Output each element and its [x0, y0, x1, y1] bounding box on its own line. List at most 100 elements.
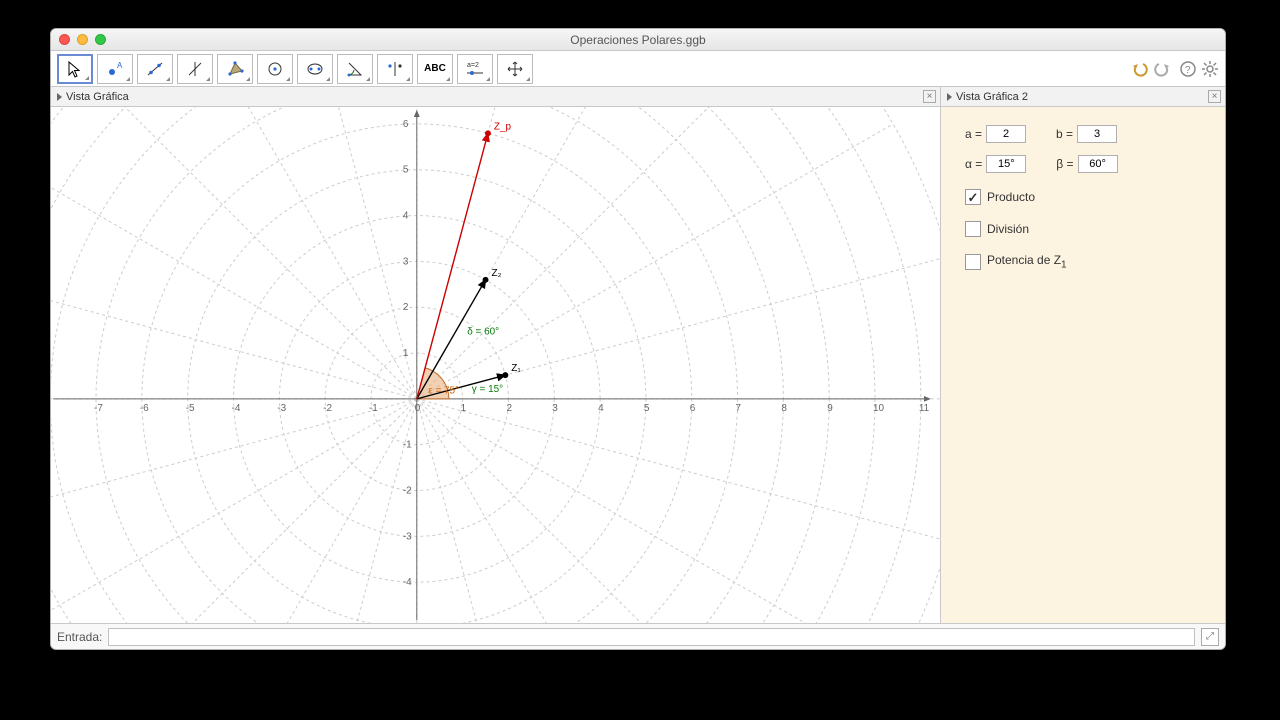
- svg-text:3: 3: [403, 256, 409, 267]
- svg-text:-4: -4: [232, 403, 241, 414]
- svg-text:-2: -2: [323, 403, 332, 414]
- point-icon: A: [106, 60, 124, 78]
- input-beta: β =: [1056, 155, 1117, 173]
- redo-icon[interactable]: [1153, 60, 1171, 78]
- window-minimize-icon[interactable]: [77, 34, 88, 45]
- ellipse-icon: [306, 60, 324, 78]
- svg-text:-5: -5: [186, 403, 195, 414]
- svg-text:4: 4: [598, 403, 604, 414]
- window-zoom-icon[interactable]: [95, 34, 106, 45]
- graphics-panel-1-header[interactable]: Vista Gráfica ×: [51, 87, 940, 107]
- tool-move-view[interactable]: [497, 54, 533, 84]
- graphics-panel-2: Vista Gráfica 2 × a = b = α =: [941, 87, 1225, 623]
- graphics-panel-1: Vista Gráfica × -7-6-5-4-3-2-10123456789…: [51, 87, 941, 623]
- svg-text:Z_p: Z_p: [494, 121, 512, 132]
- field-a[interactable]: [986, 125, 1026, 143]
- input-alpha: α =: [965, 155, 1026, 173]
- svg-text:-7: -7: [94, 403, 103, 414]
- svg-text:?: ?: [1185, 65, 1191, 76]
- undo-icon[interactable]: [1131, 60, 1149, 78]
- app-window: Operaciones Polares.ggb A: [50, 28, 1226, 650]
- graphics-view-1[interactable]: -7-6-5-4-3-2-101234567891011-4-3-2-11234…: [51, 107, 940, 623]
- toolbar-right: ?: [1131, 60, 1219, 78]
- checkbox-producto-row: Producto: [965, 189, 1201, 205]
- input-b: b =: [1056, 125, 1117, 143]
- svg-text:ε = 75°: ε = 75°: [428, 385, 459, 396]
- svg-text:6: 6: [403, 119, 409, 130]
- input-expand-icon[interactable]: ⤢: [1201, 628, 1219, 646]
- svg-text:Z₁: Z₁: [511, 363, 521, 374]
- field-alpha[interactable]: [986, 155, 1026, 173]
- perpendicular-icon: [186, 60, 204, 78]
- label-alpha: α =: [965, 157, 982, 171]
- text-abc-icon: ABC: [424, 63, 446, 74]
- disclosure-icon: [947, 93, 952, 101]
- svg-text:2: 2: [403, 302, 409, 313]
- polygon-icon: [226, 60, 244, 78]
- tool-slider[interactable]: a=2: [457, 54, 493, 84]
- graphics-panel-2-title: Vista Gráfica 2: [956, 91, 1028, 103]
- toolbar: A ABC: [51, 51, 1225, 87]
- checkbox-division[interactable]: [965, 221, 981, 237]
- tool-circle[interactable]: [257, 54, 293, 84]
- settings-gear-icon[interactable]: [1201, 60, 1219, 78]
- svg-text:-4: -4: [403, 577, 412, 588]
- svg-text:-1: -1: [369, 403, 378, 414]
- tool-angle[interactable]: [337, 54, 373, 84]
- move-view-icon: [506, 60, 524, 78]
- polar-plot: -7-6-5-4-3-2-101234567891011-4-3-2-11234…: [51, 107, 940, 623]
- svg-text:5: 5: [403, 165, 409, 176]
- field-b[interactable]: [1077, 125, 1117, 143]
- label-beta: β =: [1056, 157, 1073, 171]
- graphics-panel-2-header[interactable]: Vista Gráfica 2 ×: [941, 87, 1225, 107]
- traffic-lights: [59, 34, 106, 45]
- checkbox-potencia-row: Potencia de Z1: [965, 253, 1201, 270]
- label-potencia: Potencia de Z1: [987, 253, 1067, 270]
- panel-close-icon[interactable]: ×: [923, 90, 936, 103]
- label-producto: Producto: [987, 190, 1035, 204]
- line-icon: [146, 60, 164, 78]
- input-bar: Entrada: ⤢: [51, 623, 1225, 649]
- svg-text:-1: -1: [403, 440, 412, 451]
- checkbox-producto[interactable]: [965, 189, 981, 205]
- svg-text:7: 7: [736, 403, 742, 414]
- input-bar-label: Entrada:: [57, 630, 102, 644]
- disclosure-icon: [57, 93, 62, 101]
- svg-text:δ = 60°: δ = 60°: [467, 327, 499, 338]
- tool-point[interactable]: A: [97, 54, 133, 84]
- svg-text:0: 0: [415, 403, 421, 414]
- help-icon[interactable]: ?: [1179, 60, 1197, 78]
- panels-area: Vista Gráfica × -7-6-5-4-3-2-10123456789…: [51, 87, 1225, 623]
- svg-text:4: 4: [403, 211, 409, 222]
- tool-move[interactable]: [57, 54, 93, 84]
- svg-text:a=2: a=2: [467, 62, 479, 69]
- field-beta[interactable]: [1078, 155, 1118, 173]
- svg-text:-2: -2: [403, 486, 412, 497]
- tool-text[interactable]: ABC: [417, 54, 453, 84]
- svg-text:2: 2: [506, 403, 512, 414]
- svg-text:1: 1: [461, 403, 467, 414]
- tool-reflect[interactable]: [377, 54, 413, 84]
- titlebar: Operaciones Polares.ggb: [51, 29, 1225, 51]
- tool-polygon[interactable]: [217, 54, 253, 84]
- controls-view: a = b = α = β =: [941, 107, 1225, 623]
- label-division: División: [987, 222, 1029, 236]
- command-input[interactable]: [108, 628, 1195, 646]
- tool-ellipse[interactable]: [297, 54, 333, 84]
- svg-text:10: 10: [873, 403, 885, 414]
- input-a: a =: [965, 125, 1026, 143]
- tool-perpendicular[interactable]: [177, 54, 213, 84]
- window-title: Operaciones Polares.ggb: [51, 33, 1225, 47]
- svg-text:-6: -6: [140, 403, 149, 414]
- svg-text:1: 1: [403, 348, 409, 359]
- window-close-icon[interactable]: [59, 34, 70, 45]
- checkbox-division-row: División: [965, 221, 1201, 237]
- svg-text:-3: -3: [403, 531, 412, 542]
- tool-line[interactable]: [137, 54, 173, 84]
- graphics-panel-1-title: Vista Gráfica: [66, 91, 129, 103]
- svg-text:11: 11: [919, 403, 930, 414]
- panel-close-icon[interactable]: ×: [1208, 90, 1221, 103]
- slider-icon: a=2: [464, 60, 486, 78]
- checkbox-potencia[interactable]: [965, 254, 981, 270]
- svg-text:9: 9: [827, 403, 833, 414]
